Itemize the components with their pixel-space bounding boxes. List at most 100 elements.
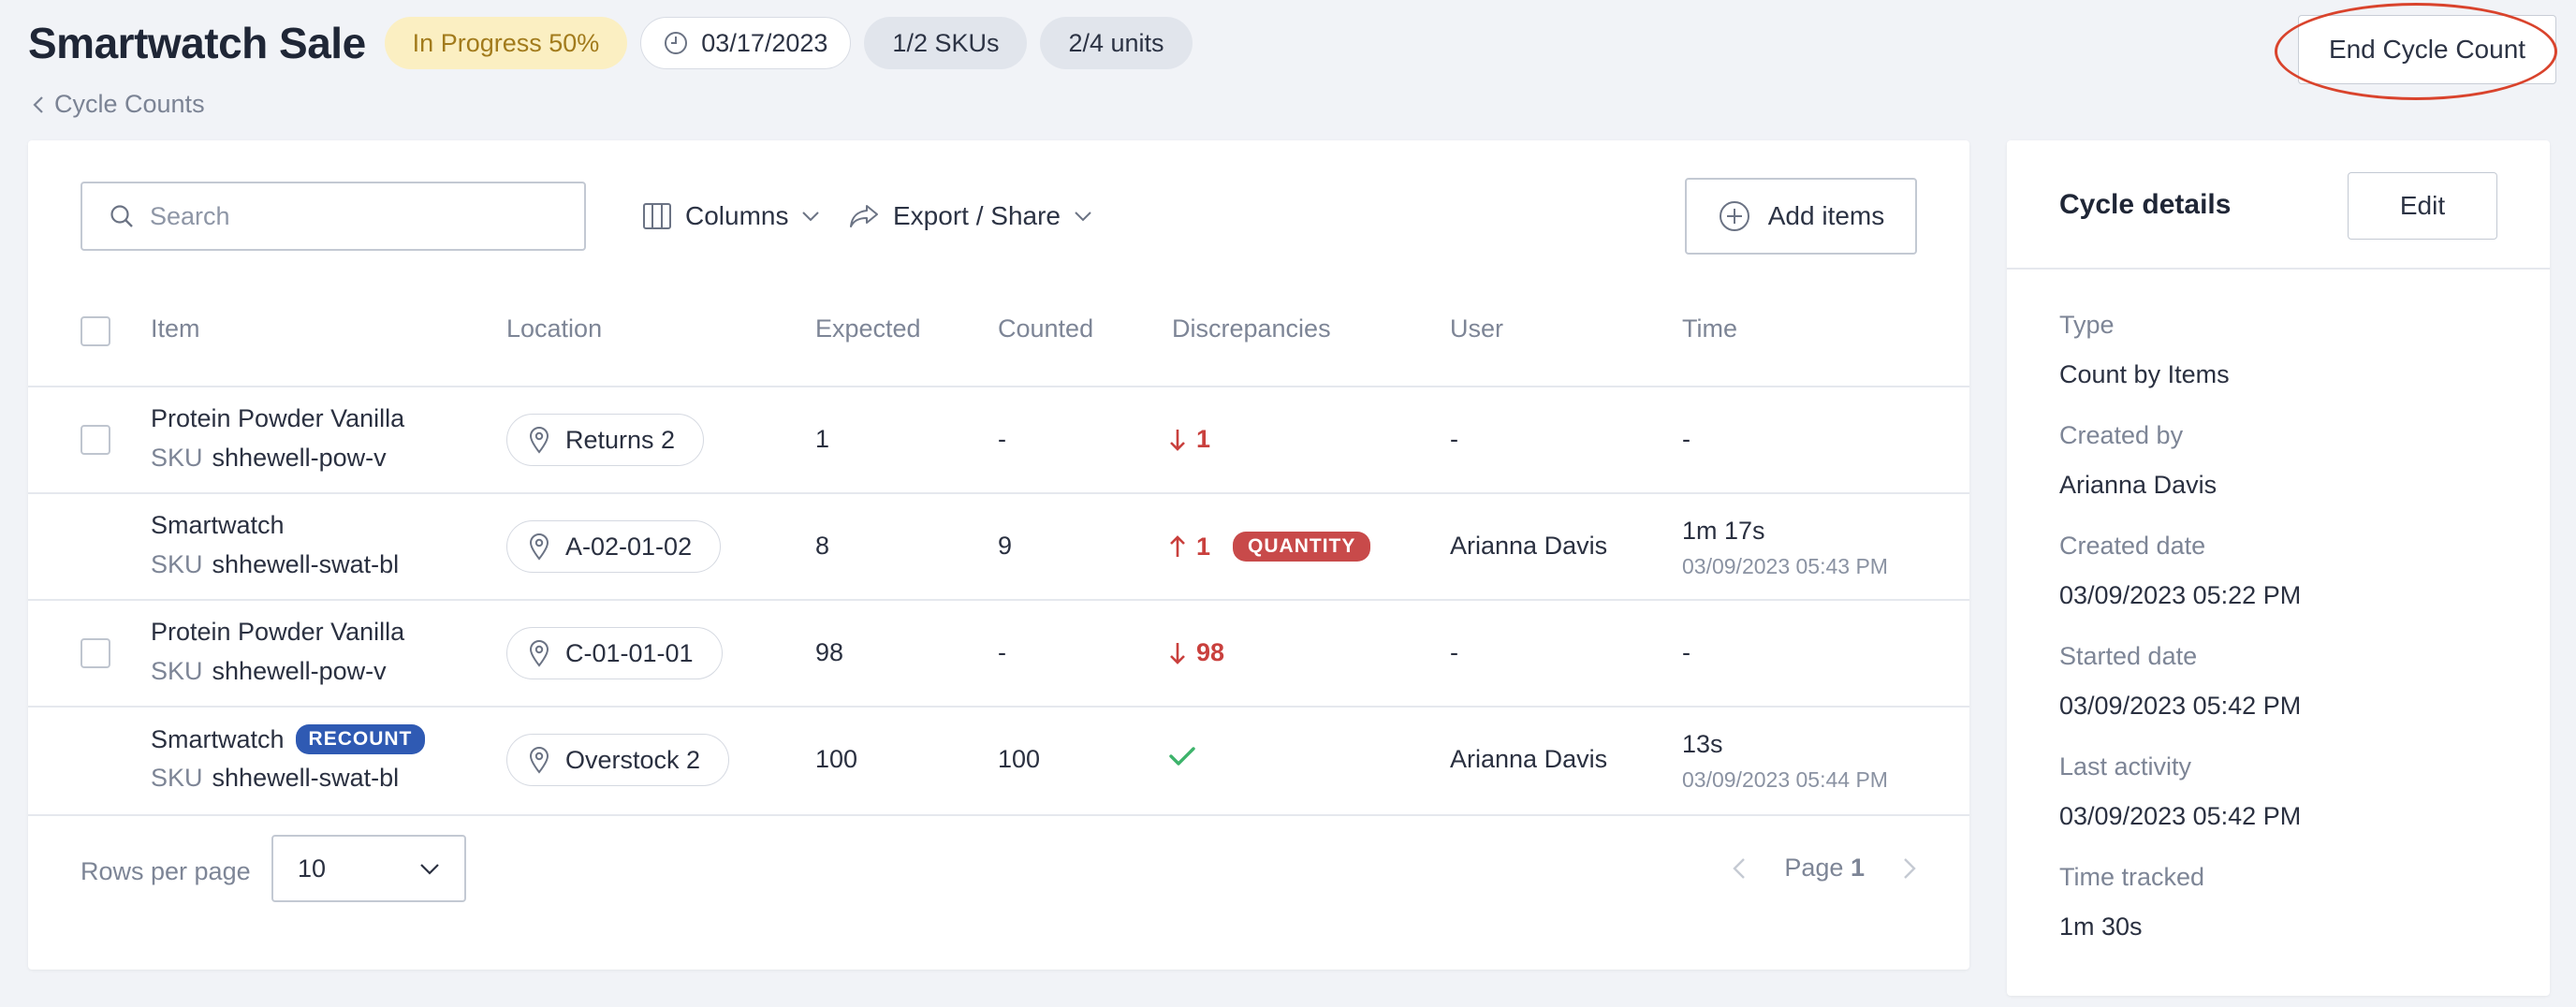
user-value: - <box>1450 638 1458 666</box>
table-row[interactable]: Smartwatch RECOUNT SKU shhewell-swat-bl O… <box>28 706 1969 812</box>
map-pin-icon <box>529 427 549 454</box>
map-pin-icon <box>529 747 549 774</box>
detail-last-activity: Last activity 03/09/2023 05:42 PM <box>2059 752 2301 831</box>
location-chip: Overstock 2 <box>506 734 730 786</box>
location-chip: A-02-01-02 <box>506 520 722 573</box>
detail-label: Created date <box>2059 532 2206 560</box>
table-toolbar: Columns Export / Share Add items <box>80 178 1917 255</box>
time-value: 13s <box>1682 730 1723 758</box>
column-header-time[interactable]: Time <box>1682 314 1737 343</box>
date-chip: 03/17/2023 <box>640 17 852 69</box>
detail-time-tracked: Time tracked 1m 30s <box>2059 863 2204 941</box>
arrow-up-icon <box>1170 535 1185 557</box>
sku-value: shhewell-pow-v <box>212 444 387 472</box>
detail-label: Started date <box>2059 642 2198 670</box>
location-label: A-02-01-02 <box>565 532 693 561</box>
arrow-down-icon <box>1170 429 1185 451</box>
previous-page-icon[interactable] <box>1732 856 1747 881</box>
check-icon <box>1169 747 1195 766</box>
page-indicator: Page 1 <box>1784 854 1865 883</box>
cycle-details-header: Cycle details Edit <box>2007 140 2550 270</box>
sku-label: SKU <box>151 764 203 792</box>
column-header-counted[interactable]: Counted <box>998 314 1093 343</box>
sku-value: shhewell-swat-bl <box>212 550 400 578</box>
item-sku: SKU shhewell-swat-bl <box>151 550 399 579</box>
location-chip: Returns 2 <box>506 414 705 466</box>
sku-value: shhewell-swat-bl <box>212 764 400 792</box>
end-cycle-count-button[interactable]: End Cycle Count <box>2298 15 2556 84</box>
columns-dropdown[interactable]: Columns <box>642 182 820 251</box>
map-pin-icon <box>529 640 549 667</box>
search-input[interactable] <box>150 201 543 231</box>
column-header-discrepancies[interactable]: Discrepancies <box>1172 314 1331 343</box>
item-name: Protein Powder Vanilla <box>151 618 404 647</box>
column-header-expected[interactable]: Expected <box>815 314 921 343</box>
table-row[interactable]: Protein Powder Vanilla SKU shhewell-pow-v… <box>28 386 1969 492</box>
user-value: - <box>1450 425 1458 453</box>
recount-badge: RECOUNT <box>295 724 426 754</box>
export-share-label: Export / Share <box>893 201 1061 230</box>
expected-value: 100 <box>815 745 858 773</box>
quantity-badge: QUANTITY <box>1233 532 1371 562</box>
columns-label: Columns <box>685 201 789 230</box>
user-value: Arianna Davis <box>1450 532 1608 560</box>
chevron-left-icon <box>33 95 43 113</box>
arrow-down-icon <box>1170 642 1185 664</box>
table-header: Item Location Expected Counted Discrepan… <box>28 299 1969 359</box>
sku-label: SKU <box>151 550 203 578</box>
expected-value: 8 <box>815 532 830 560</box>
discrepancy-value: 1 <box>1196 532 1211 561</box>
discrepancy-value: 98 <box>1196 638 1225 666</box>
select-all-checkbox[interactable] <box>80 316 110 346</box>
chevron-down-icon <box>802 212 820 222</box>
table-row[interactable]: Protein Powder Vanilla SKU shhewell-pow-v… <box>28 599 1969 706</box>
page-title: Smartwatch Sale <box>28 19 366 67</box>
breadcrumb-link[interactable]: Cycle Counts <box>54 90 205 119</box>
detail-value: Count by Items <box>2059 360 2230 388</box>
detail-value: Arianna Davis <box>2059 471 2217 499</box>
table-footer: Rows per page 10 Page 1 <box>28 814 1969 917</box>
cycle-details-panel: Cycle details Edit Type Count by Items C… <box>2007 140 2550 996</box>
export-share-dropdown[interactable]: Export / Share <box>848 182 1092 251</box>
rows-per-page-select[interactable]: 10 <box>271 835 466 902</box>
discrepancy <box>1168 745 1196 767</box>
location-label: Returns 2 <box>565 425 676 454</box>
column-header-user[interactable]: User <box>1450 314 1503 343</box>
column-header-location[interactable]: Location <box>506 314 602 343</box>
discrepancy-value: 1 <box>1196 425 1211 453</box>
detail-label: Type <box>2059 311 2115 339</box>
expected-value: 98 <box>815 638 844 666</box>
detail-label: Created by <box>2059 421 2184 449</box>
counted-value: 9 <box>998 532 1013 560</box>
row-checkbox[interactable] <box>80 638 110 668</box>
row-checkbox[interactable] <box>80 425 110 455</box>
page-label: Page <box>1784 854 1844 882</box>
discrepancy: 1 <box>1168 425 1210 454</box>
breadcrumb[interactable]: Cycle Counts <box>32 90 205 119</box>
rows-per-page-label: Rows per page <box>80 857 251 885</box>
item-name: Smartwatch RECOUNT <box>151 724 426 754</box>
add-items-button[interactable]: Add items <box>1685 178 1917 255</box>
plus-circle-icon <box>1719 201 1749 231</box>
location-label: C-01-01-01 <box>565 638 694 667</box>
time-value: - <box>1682 425 1690 453</box>
location-label: Overstock 2 <box>565 745 701 774</box>
date-chip-label: 03/17/2023 <box>701 28 828 57</box>
table-row[interactable]: Smartwatch SKU shhewell-swat-bl A-02-01-0… <box>28 492 1969 599</box>
column-header-item[interactable]: Item <box>151 314 200 343</box>
time-timestamp: 03/09/2023 05:44 PM <box>1682 767 1888 792</box>
sku-label: SKU <box>151 444 203 472</box>
detail-created-date: Created date 03/09/2023 05:22 PM <box>2059 532 2301 610</box>
search-box[interactable] <box>80 182 586 251</box>
search-icon <box>110 205 133 227</box>
sku-label: SKU <box>151 657 203 685</box>
time-value: - <box>1682 638 1690 666</box>
next-page-icon[interactable] <box>1902 856 1917 881</box>
item-name: Protein Powder Vanilla <box>151 404 404 433</box>
discrepancy: 1 QUANTITY <box>1168 532 1371 562</box>
edit-button[interactable]: Edit <box>2348 172 2497 240</box>
item-name: Smartwatch <box>151 511 285 540</box>
rows-per-page-value: 10 <box>298 854 327 883</box>
item-name-text: Protein Powder Vanilla <box>151 618 405 646</box>
detail-value: 03/09/2023 05:42 PM <box>2059 802 2302 830</box>
